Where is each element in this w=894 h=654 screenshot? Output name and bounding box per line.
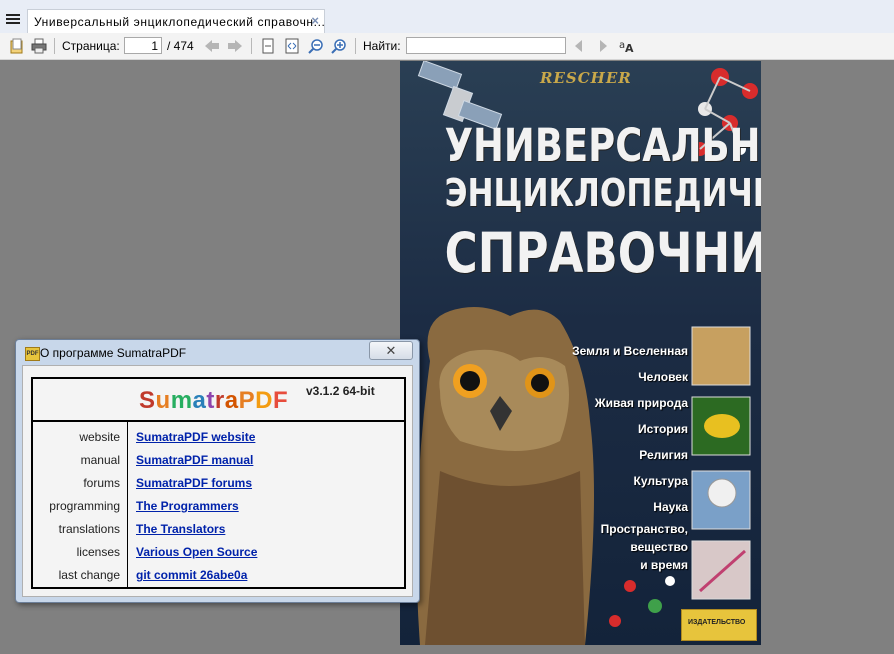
about-header: SumatraPDF v3.1.2 64-bit <box>33 379 404 422</box>
tab-title: Универсальный энциклопедический справочн… <box>34 15 326 29</box>
close-icon: ✕ <box>385 342 397 358</box>
svg-text:A: A <box>625 42 634 54</box>
info-row: programming The Programmers <box>33 499 404 519</box>
toolbar: Страница: / 474 Найти: aA <box>0 33 894 60</box>
find-input[interactable] <box>406 37 566 54</box>
zoom-out-icon[interactable] <box>307 37 325 55</box>
document-page: RESCHER УНИВЕРСАЛЬНЫЙ ЭНЦИКЛОПЕДИЧЕСКИЙ … <box>400 61 761 645</box>
app-name-letter: a <box>192 387 207 414</box>
app-name-letter: m <box>170 387 193 414</box>
info-row: manual SumatraPDF manual <box>33 453 404 473</box>
info-key: last change <box>58 568 120 582</box>
app-name-letter: r <box>214 387 225 414</box>
toolbar-separator <box>355 38 356 54</box>
info-key: programming <box>49 499 120 513</box>
info-key: forums <box>83 476 120 490</box>
cover-topic: Человек <box>638 370 688 384</box>
cover-topic: вещество <box>630 540 688 554</box>
publisher-badge: ИЗДАТЕЛЬСТВО <box>681 609 757 641</box>
dialog-body: SumatraPDF v3.1.2 64-bit website Sumatra… <box>22 365 413 597</box>
dialog-close-button[interactable]: ✕ <box>369 341 413 360</box>
cover-topic: и время <box>640 558 688 572</box>
forward-arrow-icon[interactable] <box>226 37 244 55</box>
page-number-input[interactable] <box>124 37 162 54</box>
info-link[interactable]: The Programmers <box>136 499 239 513</box>
info-link[interactable]: SumatraPDF forums <box>136 476 252 490</box>
info-row: website SumatraPDF website <box>33 430 404 450</box>
about-dialog: PDF О программе SumatraPDF ✕ SumatraPDF … <box>15 339 420 603</box>
cover-topic: Земля и Вселенная <box>572 344 688 358</box>
fit-width-icon[interactable] <box>283 37 301 55</box>
cover-topic: Культура <box>633 474 688 488</box>
cover-title-line-2: ЭНЦИКЛОПЕДИЧЕСКИЙ <box>444 171 761 215</box>
dialog-title: О программе SumatraPDF <box>40 346 187 360</box>
toolbar-separator <box>251 38 252 54</box>
info-row: forums SumatraPDF forums <box>33 476 404 496</box>
find-prev-icon[interactable] <box>570 37 588 55</box>
app-name-letter: u <box>155 387 171 414</box>
info-link[interactable]: The Translators <box>136 522 225 536</box>
app-name-letter: P <box>238 387 256 414</box>
info-link[interactable]: SumatraPDF website <box>136 430 255 444</box>
cover-topic: Религия <box>639 448 688 462</box>
owl-illustration <box>416 307 594 645</box>
tab-bar: Универсальный энциклопедический справочн… <box>0 0 894 33</box>
info-row: last change git commit 26abe0a <box>33 568 404 588</box>
print-icon[interactable] <box>30 37 48 55</box>
tab-close-button[interactable]: × <box>311 13 319 28</box>
info-link[interactable]: SumatraPDF manual <box>136 453 253 467</box>
menu-icon[interactable] <box>6 14 20 25</box>
app-name: SumatraPDF <box>139 387 288 415</box>
cover-topic: Живая природа <box>594 396 688 410</box>
info-key: translations <box>58 522 120 536</box>
app-name-letter: S <box>139 387 156 414</box>
publisher-badge-text: ИЗДАТЕЛЬСТВО <box>688 619 746 626</box>
info-row: licenses Various Open Source <box>33 545 404 565</box>
fit-page-icon[interactable] <box>259 37 277 55</box>
publisher-logo: RESCHER <box>540 69 632 87</box>
app-name-letter: t <box>206 387 215 414</box>
cover-title-line-1: УНИВЕРСАЛЬНЫЙ <box>444 119 761 172</box>
page-total: / 474 <box>167 39 194 53</box>
info-key: manual <box>80 453 120 467</box>
cover-topic: Пространство, <box>600 522 688 536</box>
match-case-icon[interactable]: aA <box>618 37 636 55</box>
info-row: translations The Translators <box>33 522 404 542</box>
info-link[interactable]: git commit 26abe0a <box>136 568 247 582</box>
toolbar-separator <box>54 38 55 54</box>
info-key: licenses <box>76 545 120 559</box>
cover-title-line-3: СПРАВОЧНИК <box>444 221 761 285</box>
page-label: Страница: <box>62 39 120 53</box>
app-name-letter: D <box>255 387 273 414</box>
pdf-app-icon: PDF <box>25 347 40 361</box>
cover-topics: Земля и Вселенная Человек Живая природа … <box>570 338 688 574</box>
back-arrow-icon[interactable] <box>203 37 221 55</box>
open-file-icon[interactable] <box>8 37 26 55</box>
app-name-letter: a <box>224 387 239 414</box>
cover-topic: Наука <box>653 500 688 514</box>
document-tab[interactable]: Универсальный энциклопедический справочн… <box>27 9 325 33</box>
find-next-icon[interactable] <box>594 37 612 55</box>
cover-topic: История <box>637 422 688 436</box>
find-label: Найти: <box>363 39 401 53</box>
app-name-letter: F <box>272 387 289 414</box>
app-version: v3.1.2 64-bit <box>306 384 375 398</box>
info-link[interactable]: Various Open Source <box>136 545 257 559</box>
about-info-box: SumatraPDF v3.1.2 64-bit website Sumatra… <box>31 377 406 589</box>
zoom-in-icon[interactable] <box>330 37 348 55</box>
info-key: website <box>79 430 120 444</box>
